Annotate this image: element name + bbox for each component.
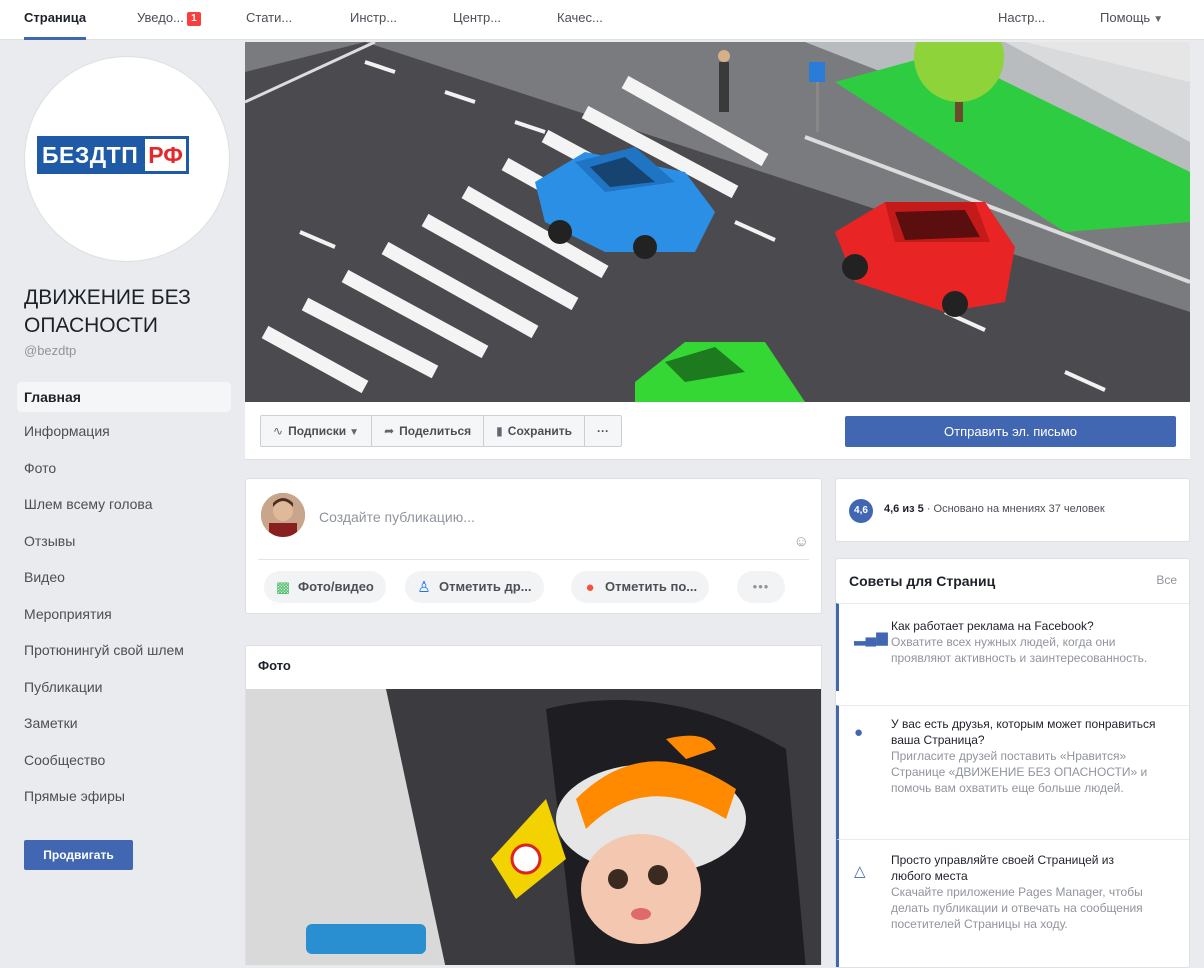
subscriptions-label: Подписки xyxy=(288,424,347,438)
more-actions-button[interactable]: ··· xyxy=(585,416,621,446)
photo-image xyxy=(246,689,821,965)
sidebar-item-helmet[interactable]: Шлем всему голова xyxy=(17,489,231,519)
chevron-down-icon: ▼ xyxy=(1153,14,1164,25)
avatar[interactable] xyxy=(261,493,305,537)
sidebar-item-home[interactable]: Главная xyxy=(17,382,231,412)
rating-text[interactable]: 4,6 из 5 · Основано на мнениях 37 челове… xyxy=(884,503,1105,515)
help-label: Помощь xyxy=(1100,10,1151,25)
send-email-button[interactable]: Отправить эл. письмо xyxy=(845,416,1176,447)
check-in-label: Отметить по... xyxy=(605,579,698,594)
tip-body: Охватите всех нужных людей, когда они пр… xyxy=(891,635,1148,665)
tip-item[interactable]: △ Просто управляйте своей Страницей из л… xyxy=(836,839,1189,967)
location-pin-icon: ● xyxy=(585,579,595,596)
logo-text-right: РФ xyxy=(142,136,189,174)
lightbulb-icon: ● xyxy=(854,724,864,741)
tip-body: Пригласите друзей поставить «Нравится» С… xyxy=(891,749,1148,795)
pages-manager-icon: △ xyxy=(854,863,866,880)
left-column: БЕЗДТП РФ ДВИЖЕНИЕ БЕЗ ОПАСНОСТИ @bezdtp… xyxy=(0,40,240,965)
promote-button[interactable]: Продвигать xyxy=(24,840,133,870)
page-sidebar-nav: Главная Информация Фото Шлем всему голов… xyxy=(17,382,231,818)
tag-person-icon: ♙ xyxy=(417,579,431,596)
sidebar-item-live[interactable]: Прямые эфиры xyxy=(17,781,231,811)
cover-action-bar: ∿ Подписки ▼ ➦ Поделиться ▮ Сохранить ··· От… xyxy=(245,402,1190,460)
sidebar-item-tune-helmet[interactable]: Протюнингуй свой шлем xyxy=(17,635,231,665)
tag-friends-button[interactable]: ♙ Отметить др... xyxy=(405,571,544,603)
tab-page[interactable]: Страница xyxy=(24,0,87,40)
page-tips-card: Советы для Страниц Все ▂▄▆ Как работает … xyxy=(835,558,1190,968)
divider xyxy=(258,559,809,560)
sidebar-item-notes[interactable]: Заметки xyxy=(17,708,231,738)
photos-card: Фото xyxy=(245,645,822,965)
bar-chart-icon: ▂▄▆ xyxy=(854,629,888,646)
cover-photo[interactable] xyxy=(245,42,1190,402)
notification-count-badge: 1 xyxy=(186,12,201,26)
check-in-button[interactable]: ● Отметить по... xyxy=(571,571,710,603)
sidebar-item-community[interactable]: Сообщество xyxy=(17,745,231,775)
rating-score-badge: 4,6 xyxy=(849,499,873,523)
chevron-down-icon: ▼ xyxy=(349,427,360,438)
page-logo: БЕЗДТП РФ xyxy=(37,136,217,174)
rating-basis: · Основано на мнениях 37 человек xyxy=(923,503,1105,515)
page-actions-group: ∿ Подписки ▼ ➦ Поделиться ▮ Сохранить ··· xyxy=(260,415,623,447)
tip-item[interactable]: ● У вас есть друзья, которым может понра… xyxy=(836,705,1189,839)
tip-title: Как работает реклама на Facebook? xyxy=(891,619,1094,633)
tab-notifications[interactable]: Уведо... 1 xyxy=(137,0,201,40)
tag-friends-label: Отметить др... xyxy=(439,579,532,594)
rating-value: 4,6 из 5 xyxy=(884,503,924,515)
tab-tools[interactable]: Инстр... xyxy=(350,0,397,40)
sidebar-item-photos[interactable]: Фото xyxy=(17,453,231,483)
share-label: Поделиться xyxy=(399,424,472,438)
tab-notifications-label: Уведо... xyxy=(137,10,184,25)
sidebar-item-reviews[interactable]: Отзывы xyxy=(17,526,231,556)
top-navigation-bar: Страница Уведо... 1 Стати... Инстр... Цен… xyxy=(0,0,1204,40)
photo-thumbnail[interactable] xyxy=(246,689,821,965)
cover-illustration xyxy=(245,42,1190,402)
page-handle[interactable]: @bezdtp xyxy=(24,343,76,358)
tips-title: Советы для Страниц xyxy=(849,573,996,589)
avatar-image xyxy=(261,493,305,537)
share-button[interactable]: ➦ Поделиться xyxy=(372,416,485,446)
tab-center[interactable]: Центр... xyxy=(453,0,501,40)
share-arrow-icon: ➦ xyxy=(384,424,395,438)
subscriptions-button[interactable]: ∿ Подписки ▼ xyxy=(261,416,373,446)
tab-settings[interactable]: Настр... xyxy=(998,0,1045,40)
tab-statistics[interactable]: Стати... xyxy=(246,0,292,40)
save-button[interactable]: ▮ Сохранить xyxy=(484,416,586,446)
photos-header[interactable]: Фото xyxy=(258,658,291,673)
tip-body: Скачайте приложение Pages Manager, чтобы… xyxy=(891,885,1143,931)
see-all-link[interactable]: Все xyxy=(1156,573,1177,587)
more-options-button[interactable]: ••• xyxy=(737,571,785,603)
post-composer: Создайте публикацию... ☺ ▩ Фото/видео ♙ От… xyxy=(245,478,822,614)
sidebar-item-info[interactable]: Информация xyxy=(17,416,231,446)
create-post-input[interactable]: Создайте публикацию... xyxy=(319,509,475,525)
tip-title: У вас есть друзья, которым может понрави… xyxy=(891,717,1156,747)
rss-icon: ∿ xyxy=(273,424,284,438)
rating-card: 4,6 4,6 из 5 · Основано на мнениях 37 че… xyxy=(835,478,1190,542)
tab-quality[interactable]: Качес... xyxy=(557,0,603,40)
save-label: Сохранить xyxy=(507,424,573,438)
tip-title: Просто управляйте своей Страницей из люб… xyxy=(891,853,1114,883)
page-title[interactable]: ДВИЖЕНИЕ БЕЗ ОПАСНОСТИ xyxy=(24,284,234,340)
smiley-icon[interactable]: ☺ xyxy=(794,533,809,550)
sidebar-item-videos[interactable]: Видео xyxy=(17,562,231,592)
help-dropdown[interactable]: Помощь ▼ xyxy=(1100,0,1163,40)
photo-video-button[interactable]: ▩ Фото/видео xyxy=(264,571,386,603)
photo-video-label: Фото/видео xyxy=(298,579,374,594)
bookmark-icon: ▮ xyxy=(496,424,503,438)
logo-text-left: БЕЗДТП xyxy=(37,136,143,174)
tip-item[interactable]: ▂▄▆ Как работает реклама на Facebook? Ох… xyxy=(836,603,1189,691)
sidebar-item-events[interactable]: Мероприятия xyxy=(17,599,231,629)
sidebar-item-posts[interactable]: Публикации xyxy=(17,672,231,702)
photo-icon: ▩ xyxy=(275,579,291,596)
